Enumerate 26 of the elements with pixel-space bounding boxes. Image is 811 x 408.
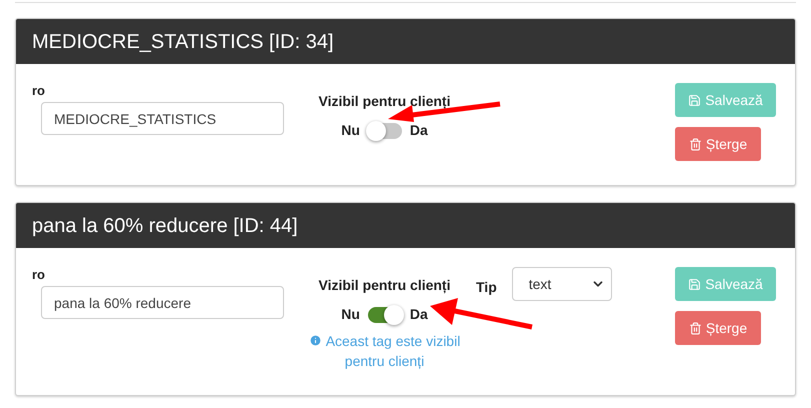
name-field[interactable]: MEDIOCRE_STATISTICS: [41, 102, 284, 135]
save-button[interactable]: Salvează: [675, 83, 776, 117]
info-text: Aceast tag este vizibil pentru clienți: [290, 331, 480, 371]
visibility-toggle[interactable]: [368, 306, 402, 322]
trash-icon: [688, 138, 702, 150]
language-label: ro: [32, 267, 46, 283]
type-select[interactable]: text: [512, 267, 612, 301]
type-label: Tip: [476, 278, 497, 297]
delete-button[interactable]: Șterge: [675, 127, 761, 161]
name-field[interactable]: pana la 60% reducere: [41, 286, 284, 319]
on-label: Da: [410, 121, 428, 140]
trash-icon: [688, 322, 702, 334]
off-label: Nu: [341, 121, 360, 140]
on-label: Da: [410, 305, 428, 324]
floppy-icon: [688, 94, 702, 106]
language-label: ro: [32, 83, 46, 99]
save-button[interactable]: Salvează: [675, 267, 776, 301]
floppy-icon: [688, 278, 702, 290]
card-title: MEDIOCRE_STATISTICS [ID: 34]: [16, 19, 795, 64]
off-label: Nu: [341, 305, 360, 324]
visibility-label: Vizibil pentru clienți: [318, 92, 450, 111]
card-title: pana la 60% reducere [ID: 44]: [16, 203, 795, 248]
visibility-label: Vizibil pentru clienți: [318, 276, 450, 296]
visibility-toggle[interactable]: [368, 122, 402, 138]
info-icon: [308, 334, 322, 348]
delete-button[interactable]: Șterge: [675, 311, 761, 345]
